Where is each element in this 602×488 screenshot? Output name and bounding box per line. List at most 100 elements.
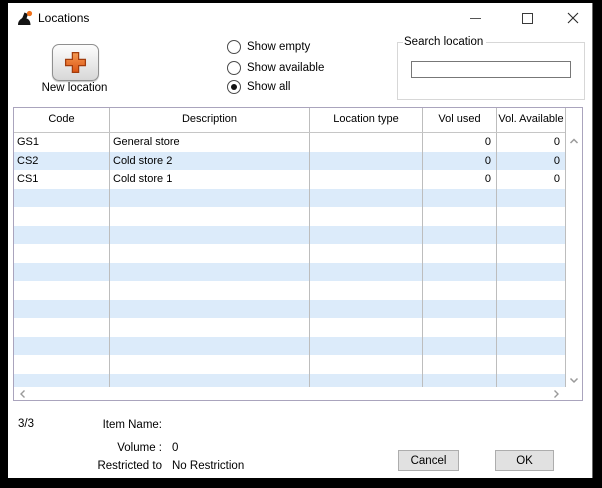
table-row-empty[interactable]: [14, 226, 565, 245]
table-row-empty[interactable]: [14, 355, 565, 374]
cell-description: [110, 281, 310, 300]
restricted-to-label: Restricted to: [42, 460, 162, 472]
cell-vol-used: [423, 244, 497, 263]
new-location-button[interactable]: [52, 44, 99, 81]
cell-description: [110, 207, 310, 226]
row-count: 3/3: [18, 418, 34, 430]
close-icon: [567, 12, 579, 24]
table-row-gs1[interactable]: GS1General store00: [14, 133, 565, 152]
cell-code: GS1: [14, 133, 110, 152]
minimize-icon: [470, 18, 481, 19]
cell-vol-used: 0: [423, 170, 497, 189]
cell-code: [14, 355, 110, 374]
column-header-vol-used[interactable]: Vol used: [423, 108, 497, 132]
cell-vol-available: 0: [497, 152, 565, 171]
cell-location-type: [310, 318, 423, 337]
volume-value: 0: [172, 442, 178, 454]
cell-vol-available: 0: [497, 133, 565, 152]
table-row-empty[interactable]: [14, 189, 565, 208]
cell-code: [14, 374, 110, 388]
table-row-empty[interactable]: [14, 337, 565, 356]
cell-vol-used: [423, 281, 497, 300]
cell-vol-available: [497, 374, 565, 388]
cell-code: [14, 226, 110, 245]
radio-show-all[interactable]: Show all: [227, 80, 290, 94]
vertical-scrollbar[interactable]: [566, 133, 582, 387]
cell-location-type: [310, 207, 423, 226]
table-row-empty[interactable]: [14, 374, 565, 388]
close-button[interactable]: [556, 3, 590, 33]
table-row-empty[interactable]: [14, 207, 565, 226]
cell-location-type: [310, 189, 423, 208]
table-row-empty[interactable]: [14, 318, 565, 337]
radio-show-empty[interactable]: Show empty: [227, 40, 310, 54]
maximize-button[interactable]: [510, 3, 544, 33]
ok-button[interactable]: OK: [495, 450, 554, 471]
cell-vol-used: [423, 355, 497, 374]
search-location-legend: Search location: [403, 36, 486, 48]
scroll-right-icon[interactable]: [553, 389, 560, 399]
column-header-code[interactable]: Code: [14, 108, 110, 132]
cell-vol-available: [497, 355, 565, 374]
cell-location-type: [310, 244, 423, 263]
cell-code: [14, 263, 110, 282]
window-title: Locations: [38, 11, 89, 25]
cell-location-type: [310, 374, 423, 388]
cell-location-type: [310, 226, 423, 245]
table-row-empty[interactable]: [14, 281, 565, 300]
cell-description: [110, 374, 310, 388]
cell-location-type: [310, 300, 423, 319]
cell-location-type: [310, 152, 423, 171]
cell-vol-used: [423, 318, 497, 337]
cell-vol-used: [423, 207, 497, 226]
cell-code: [14, 300, 110, 319]
table-row-cs2[interactable]: CS2Cold store 200: [14, 152, 565, 171]
cell-code: [14, 189, 110, 208]
column-header-location-type[interactable]: Location type: [310, 108, 423, 132]
cell-vol-used: 0: [423, 152, 497, 171]
cell-vol-available: [497, 226, 565, 245]
cell-vol-available: [497, 281, 565, 300]
table-row-empty[interactable]: [14, 263, 565, 282]
radio-show-available[interactable]: Show available: [227, 61, 324, 75]
minimize-button[interactable]: [458, 3, 492, 33]
table-row-empty[interactable]: [14, 244, 565, 263]
cell-description: [110, 226, 310, 245]
cell-location-type: [310, 170, 423, 189]
locations-table: CodeDescriptionLocation typeVol usedVol.…: [13, 107, 583, 401]
item-name-label: Item Name:: [42, 419, 162, 431]
cell-vol-available: [497, 337, 565, 356]
cell-description: [110, 300, 310, 319]
scroll-down-icon[interactable]: [569, 376, 579, 384]
table-row-cs1[interactable]: CS1Cold store 100: [14, 170, 565, 189]
cell-description: Cold store 1: [110, 170, 310, 189]
cell-vol-available: [497, 207, 565, 226]
cell-code: [14, 281, 110, 300]
cancel-button[interactable]: Cancel: [398, 450, 459, 471]
cell-location-type: [310, 133, 423, 152]
cell-description: [110, 318, 310, 337]
cell-location-type: [310, 337, 423, 356]
cell-description: [110, 244, 310, 263]
cell-vol-used: [423, 189, 497, 208]
plus-icon: [63, 50, 88, 75]
scroll-left-icon[interactable]: [19, 389, 26, 399]
table-header-row: CodeDescriptionLocation typeVol usedVol.…: [14, 108, 565, 133]
table-row-empty[interactable]: [14, 300, 565, 319]
scroll-up-icon[interactable]: [569, 137, 579, 145]
cell-code: [14, 244, 110, 263]
search-location-group: Search location: [397, 36, 585, 100]
horizontal-scrollbar[interactable]: [14, 387, 565, 400]
volume-label: Volume :: [42, 442, 162, 454]
cell-vol-available: [497, 263, 565, 282]
column-header-vol-available[interactable]: Vol. Available: [497, 108, 565, 132]
cell-description: [110, 337, 310, 356]
radio-circle-icon: [227, 40, 241, 54]
radio-label: Show available: [247, 62, 324, 74]
column-header-description[interactable]: Description: [110, 108, 310, 132]
restricted-to-value: No Restriction: [172, 460, 244, 472]
cell-description: [110, 355, 310, 374]
scrollbar-corner: [566, 387, 582, 400]
search-location-input[interactable]: [411, 61, 571, 78]
radio-circle-icon: [227, 61, 241, 75]
